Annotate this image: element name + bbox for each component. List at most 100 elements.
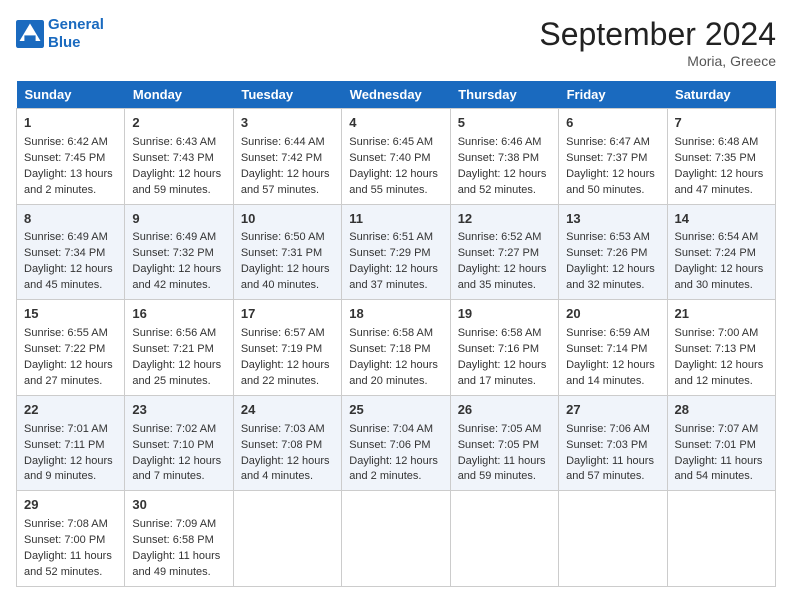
day-info-line: Sunset: 7:01 PM	[675, 438, 768, 454]
week-row-1: 1Sunrise: 6:42 AMSunset: 7:45 PMDaylight…	[17, 109, 776, 205]
day-info-line: Sunset: 7:16 PM	[458, 342, 551, 358]
day-number: 20	[566, 305, 659, 324]
day-info-line: and 59 minutes.	[458, 469, 551, 485]
calendar-cell: 8Sunrise: 6:49 AMSunset: 7:34 PMDaylight…	[17, 204, 125, 300]
day-info-line: and 57 minutes.	[566, 469, 659, 485]
day-info-line: Daylight: 12 hours	[349, 454, 442, 470]
calendar-cell: 30 Sunrise: 7:09 AMSunset: 6:58 PMDayligh…	[125, 491, 233, 587]
calendar-cell: 6Sunrise: 6:47 AMSunset: 7:37 PMDaylight…	[559, 109, 667, 205]
day-info-line: Sunrise: 6:49 AM	[24, 230, 117, 246]
calendar-cell: 13Sunrise: 6:53 AMSunset: 7:26 PMDayligh…	[559, 204, 667, 300]
day-info-line: and 55 minutes.	[349, 183, 442, 199]
day-number: 11	[349, 210, 442, 229]
day-number: 6	[566, 114, 659, 133]
day-number: 26	[458, 401, 551, 420]
day-number: 19	[458, 305, 551, 324]
day-info-line: and 14 minutes.	[566, 374, 659, 390]
day-info-line: Daylight: 11 hours	[132, 549, 225, 565]
day-info-line: Sunrise: 7:03 AM	[241, 422, 334, 438]
calendar-cell	[559, 491, 667, 587]
day-info-line: Sunrise: 7:00 AM	[675, 326, 768, 342]
day-info-line: Sunset: 7:29 PM	[349, 246, 442, 262]
day-info-line: Sunrise: 6:56 AM	[132, 326, 225, 342]
calendar-cell: 15Sunrise: 6:55 AMSunset: 7:22 PMDayligh…	[17, 300, 125, 396]
day-info-line: Sunset: 7:22 PM	[24, 342, 117, 358]
day-info-line: Sunset: 7:42 PM	[241, 151, 334, 167]
calendar-cell: 24Sunrise: 7:03 AMSunset: 7:08 PMDayligh…	[233, 395, 341, 491]
day-info-line: and 49 minutes.	[132, 565, 225, 581]
weekday-header-row: SundayMondayTuesdayWednesdayThursdayFrid…	[17, 81, 776, 109]
day-info-line: Sunrise: 7:09 AM	[132, 517, 225, 533]
day-info-line: and 42 minutes.	[132, 278, 225, 294]
calendar-cell: 21Sunrise: 7:00 AMSunset: 7:13 PMDayligh…	[667, 300, 775, 396]
day-info-line: Sunset: 7:10 PM	[132, 438, 225, 454]
calendar-cell: 10Sunrise: 6:50 AMSunset: 7:31 PMDayligh…	[233, 204, 341, 300]
calendar-cell: 16Sunrise: 6:56 AMSunset: 7:21 PMDayligh…	[125, 300, 233, 396]
calendar-cell: 3Sunrise: 6:44 AMSunset: 7:42 PMDaylight…	[233, 109, 341, 205]
day-info-line: Daylight: 13 hours	[24, 167, 117, 183]
calendar-cell: 25Sunrise: 7:04 AMSunset: 7:06 PMDayligh…	[342, 395, 450, 491]
day-info-line: Sunset: 6:58 PM	[132, 533, 225, 549]
day-info-line: Sunrise: 6:54 AM	[675, 230, 768, 246]
day-info-line: Sunrise: 7:05 AM	[458, 422, 551, 438]
day-info-line: and 37 minutes.	[349, 278, 442, 294]
day-info-line: Sunrise: 7:01 AM	[24, 422, 117, 438]
day-info-line: Sunset: 7:05 PM	[458, 438, 551, 454]
day-info-line: and 2 minutes.	[24, 183, 117, 199]
day-info-line: Sunrise: 6:50 AM	[241, 230, 334, 246]
day-number: 8	[24, 210, 117, 229]
title-block: September 2024 Moria, Greece	[539, 16, 776, 69]
calendar-cell: 22Sunrise: 7:01 AMSunset: 7:11 PMDayligh…	[17, 395, 125, 491]
day-number: 24	[241, 401, 334, 420]
day-number: 13	[566, 210, 659, 229]
day-number: 17	[241, 305, 334, 324]
calendar-cell: 1Sunrise: 6:42 AMSunset: 7:45 PMDaylight…	[17, 109, 125, 205]
weekday-header-sunday: Sunday	[17, 81, 125, 109]
weekday-header-saturday: Saturday	[667, 81, 775, 109]
day-info-line: and 25 minutes.	[132, 374, 225, 390]
day-info-line: Sunset: 7:38 PM	[458, 151, 551, 167]
calendar-cell: 7Sunrise: 6:48 AMSunset: 7:35 PMDaylight…	[667, 109, 775, 205]
day-info-line: Sunrise: 6:59 AM	[566, 326, 659, 342]
day-info-line: Daylight: 11 hours	[566, 454, 659, 470]
day-number: 22	[24, 401, 117, 420]
day-info-line: Sunset: 7:13 PM	[675, 342, 768, 358]
day-info-line: Sunset: 7:35 PM	[675, 151, 768, 167]
day-info-line: Sunset: 7:43 PM	[132, 151, 225, 167]
day-info-line: Daylight: 12 hours	[24, 454, 117, 470]
day-info-line: Sunrise: 6:51 AM	[349, 230, 442, 246]
month-title: September 2024	[539, 16, 776, 53]
day-number: 2	[132, 114, 225, 133]
day-number: 9	[132, 210, 225, 229]
day-number: 30	[132, 496, 225, 515]
weekday-header-friday: Friday	[559, 81, 667, 109]
day-number: 4	[349, 114, 442, 133]
day-info-line: Sunrise: 6:42 AM	[24, 135, 117, 151]
day-info-line: Sunset: 7:19 PM	[241, 342, 334, 358]
day-info-line: Sunset: 7:21 PM	[132, 342, 225, 358]
calendar-cell: 20Sunrise: 6:59 AMSunset: 7:14 PMDayligh…	[559, 300, 667, 396]
day-info-line: Sunrise: 6:43 AM	[132, 135, 225, 151]
calendar-cell: 18Sunrise: 6:58 AMSunset: 7:18 PMDayligh…	[342, 300, 450, 396]
day-info-line: Daylight: 12 hours	[241, 358, 334, 374]
day-info-line: Sunset: 7:37 PM	[566, 151, 659, 167]
day-info-line: and 22 minutes.	[241, 374, 334, 390]
day-number: 1	[24, 114, 117, 133]
day-info-line: Daylight: 12 hours	[24, 358, 117, 374]
day-info-line: Daylight: 12 hours	[241, 262, 334, 278]
day-info-line: and 32 minutes.	[566, 278, 659, 294]
day-info-line: Daylight: 12 hours	[241, 454, 334, 470]
day-info-line: and 52 minutes.	[24, 565, 117, 581]
day-info-line: and 30 minutes.	[675, 278, 768, 294]
day-number: 5	[458, 114, 551, 133]
day-info-line: Sunset: 7:34 PM	[24, 246, 117, 262]
day-info-line: Sunrise: 6:57 AM	[241, 326, 334, 342]
day-number: 16	[132, 305, 225, 324]
calendar-table: SundayMondayTuesdayWednesdayThursdayFrid…	[16, 81, 776, 587]
day-number: 29	[24, 496, 117, 515]
day-number: 27	[566, 401, 659, 420]
week-row-5: 29Sunrise: 7:08 AMSunset: 7:00 PMDayligh…	[17, 491, 776, 587]
week-row-2: 8Sunrise: 6:49 AMSunset: 7:34 PM Daylight…	[17, 204, 776, 300]
day-info-line: Sunrise: 7:06 AM	[566, 422, 659, 438]
day-info-line: Daylight: 11 hours	[675, 454, 768, 470]
